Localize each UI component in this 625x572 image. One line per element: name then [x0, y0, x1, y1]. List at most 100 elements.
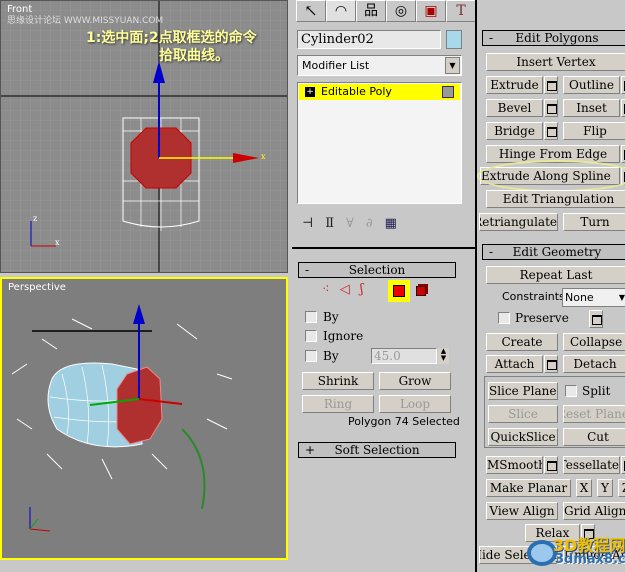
create-button[interactable]: Create: [486, 333, 558, 351]
utilities-tab-icon[interactable]: T: [446, 0, 476, 22]
object-color-swatch[interactable]: [446, 30, 462, 49]
rollout-title: Selection: [348, 263, 406, 277]
cut-button[interactable]: Cut: [563, 428, 625, 446]
grow-button[interactable]: Grow: [379, 372, 451, 390]
tessellate-label: Tessellate: [563, 458, 619, 472]
extrude-settings-icon[interactable]: [544, 76, 558, 94]
slice-plane-button[interactable]: Slice Plane: [488, 382, 558, 400]
repeat-last-button[interactable]: Repeat Last: [486, 266, 625, 284]
slice-button[interactable]: Slice: [488, 405, 558, 423]
polygon-level-icon[interactable]: [388, 280, 410, 302]
selection-rollout-header[interactable]: - Selection: [298, 262, 456, 278]
outline-settings-icon[interactable]: [621, 76, 625, 94]
outline-button[interactable]: Outline: [563, 76, 620, 94]
tessellate-button[interactable]: Tessellate: [563, 456, 620, 474]
split-checkbox[interactable]: [565, 385, 577, 397]
inset-button[interactable]: Inset: [563, 99, 620, 117]
reset-plane-button[interactable]: Reset Plane: [563, 405, 625, 423]
msmooth-settings-icon[interactable]: [544, 456, 558, 474]
modify-tab-icon[interactable]: ◠: [326, 0, 356, 22]
viewport-label-perspective[interactable]: Perspective: [8, 282, 66, 293]
perspective-viewport[interactable]: Perspective: [0, 277, 288, 560]
insert-vertex-button[interactable]: Insert Vertex: [486, 53, 625, 71]
collapse-button[interactable]: Collapse: [563, 333, 625, 351]
chevron-down-icon[interactable]: ▼: [445, 57, 460, 74]
annotation-line-2: 拾取曲线。: [159, 48, 229, 64]
svg-text:x: x: [55, 238, 60, 247]
pin-stack-icon[interactable]: ⊣: [302, 216, 325, 231]
toggle-modifier-icon[interactable]: [442, 86, 454, 98]
loop-button[interactable]: Loop: [379, 395, 451, 413]
y-button[interactable]: Y: [597, 479, 613, 497]
edit-geometry-rollout-header[interactable]: - Edit Geometry: [482, 244, 625, 260]
front-viewport[interactable]: x zx Front 思缘设计论坛 WWW.MISSYUAN.COM 1:选中面…: [0, 0, 288, 273]
by-angle-label: By: [323, 349, 339, 363]
expand-icon[interactable]: +: [305, 87, 315, 97]
configure-modifier-sets-icon[interactable]: ▦: [385, 216, 409, 231]
rollout-panel: - Edit Polygons Insert Vertex Extrude Out…: [475, 0, 625, 572]
forum-watermark: 思缘设计论坛 WWW.MISSYUAN.COM: [7, 16, 164, 26]
stack-item-editable-poly[interactable]: + Editable Poly: [299, 84, 460, 100]
by-vertex-label: By: [323, 310, 339, 324]
divider: [292, 247, 475, 249]
preserve-uvs-checkbox[interactable]: [498, 312, 510, 324]
display-tab-icon[interactable]: ▣: [416, 0, 446, 22]
edit-polygons-rollout-header[interactable]: - Edit Polygons: [482, 30, 625, 46]
perspective-viewport-scene: [11, 304, 233, 532]
border-level-icon[interactable]: ʃ: [360, 282, 364, 297]
remove-modifier-icon[interactable]: ∂: [366, 216, 385, 231]
object-name-field[interactable]: Cylinder02: [297, 30, 441, 49]
bevel-settings-icon[interactable]: [544, 99, 558, 117]
retriangulate-button[interactable]: Retriangulate: [479, 213, 558, 231]
angle-input[interactable]: 45.0: [371, 348, 437, 364]
ignore-backfacing-label: Ignore: [323, 329, 364, 343]
edge-level-icon[interactable]: ◁: [340, 282, 350, 297]
quickslice-button[interactable]: QuickSlice: [488, 428, 558, 446]
vertex-level-icon[interactable]: ⁖: [322, 282, 330, 297]
edit-triangulation-button[interactable]: Edit Triangulation: [486, 190, 625, 208]
tessellate-settings-icon[interactable]: [621, 456, 625, 474]
element-level-icon[interactable]: [416, 286, 426, 296]
subobject-levels: ⁖ ◁ ʃ: [322, 282, 363, 297]
bevel-button[interactable]: Bevel: [486, 99, 543, 117]
grid-align-button[interactable]: Grid Align: [563, 502, 625, 520]
ignore-backfacing-checkbox[interactable]: [305, 330, 317, 342]
bridge-settings-icon[interactable]: [544, 122, 558, 140]
preserve-settings-icon[interactable]: [589, 310, 603, 328]
motion-tab-icon[interactable]: ◎: [386, 0, 416, 22]
x-button[interactable]: X: [576, 479, 592, 497]
hierarchy-tab-icon[interactable]: 品: [356, 0, 386, 22]
rollout-title: Edit Polygons: [515, 31, 599, 45]
flip-button[interactable]: Flip: [563, 122, 625, 140]
constraints-value: None: [565, 291, 594, 304]
show-end-result-icon[interactable]: Ⅱ: [325, 216, 346, 231]
view-align-button[interactable]: View Align: [486, 502, 558, 520]
angle-spinner[interactable]: ▲ ▼: [438, 348, 449, 364]
by-angle-checkbox[interactable]: [305, 350, 317, 362]
bridge-button[interactable]: Bridge: [486, 122, 543, 140]
make-planar-button[interactable]: Make Planar: [486, 479, 571, 497]
create-tab-icon[interactable]: ↖: [296, 0, 326, 22]
stack-toolbar: ⊣Ⅱ∀∂▦: [302, 216, 409, 231]
inset-settings-icon[interactable]: [621, 99, 625, 117]
attach-settings-icon[interactable]: [544, 355, 558, 373]
detach-button[interactable]: Detach: [563, 355, 625, 373]
constraints-dropdown[interactable]: None ▼: [562, 288, 625, 307]
attach-button[interactable]: Attach: [486, 355, 543, 373]
extrude-button[interactable]: Extrude: [486, 76, 543, 94]
modifier-list-dropdown[interactable]: Modifier List ▼: [297, 55, 462, 76]
split-label: Split: [582, 384, 611, 398]
make-unique-icon[interactable]: ∀: [346, 216, 366, 231]
chevron-down-icon[interactable]: ▼: [619, 289, 625, 306]
modifier-stack: + Editable Poly: [297, 82, 462, 204]
turn-button[interactable]: Turn: [563, 213, 625, 231]
by-vertex-checkbox[interactable]: [305, 311, 317, 323]
z-button[interactable]: Z: [618, 479, 625, 497]
constraints-label: Constraints:: [502, 290, 569, 303]
collapse-icon: -: [305, 263, 310, 277]
soft-selection-rollout-header[interactable]: + Soft Selection: [298, 442, 456, 458]
shrink-button[interactable]: Shrink: [302, 372, 374, 390]
hinge-settings-icon[interactable]: [621, 145, 625, 163]
ring-button[interactable]: Ring: [302, 395, 374, 413]
msmooth-button[interactable]: MSmooth: [486, 456, 543, 474]
